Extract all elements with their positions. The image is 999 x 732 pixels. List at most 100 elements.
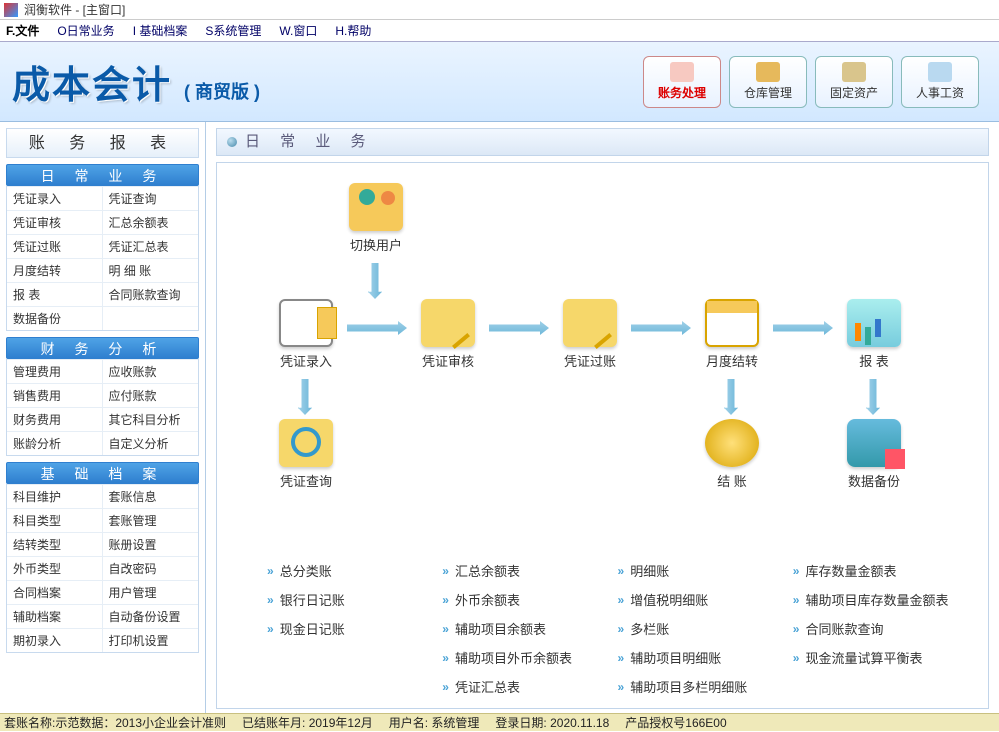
sidebar-item[interactable]: 结转类型 [7,532,103,556]
sidebar-item[interactable]: 科目维护 [7,484,103,508]
sidebar-item[interactable]: 月度结转 [7,258,103,282]
sidebar-group-analysis-hdr[interactable]: 财 务 分 析 [6,337,199,359]
chevron-right-icon: » [267,593,274,607]
link-item[interactable]: »现金流量试算平衡表 [793,648,958,667]
link-item[interactable]: »外币余额表 [442,590,607,609]
sidebar-item[interactable]: 其它科目分析 [103,407,199,431]
sidebar-group-daily-hdr[interactable]: 日 常 业 务 [6,164,199,186]
link-label: 明细账 [630,561,669,580]
sidebar-item[interactable]: 打印机设置 [103,628,199,652]
sidebar-item[interactable]: 管理费用 [7,359,103,383]
toolbar-accounting[interactable]: 账务处理 [643,56,721,108]
app-icon [4,3,18,17]
link-label: 增值税明细账 [630,590,708,609]
sidebar-item[interactable]: 合同档案 [7,580,103,604]
arrow-down-icon [368,263,382,299]
sidebar-item[interactable]: 凭证汇总表 [103,234,199,258]
link-item[interactable]: »库存数量金额表 [793,561,958,580]
node-report[interactable]: 报 表 [835,299,913,370]
node-voucher-post[interactable]: 凭证过账 [551,299,629,370]
node-switch-user[interactable]: 切换用户 [337,183,415,254]
sidebar-item[interactable]: 凭证查询 [103,186,199,210]
sidebar-item[interactable]: 辅助档案 [7,604,103,628]
sidebar-item[interactable]: 套账信息 [103,484,199,508]
sidebar-item[interactable]: 账龄分析 [7,431,103,455]
sidebar-item[interactable]: 数据备份 [7,306,103,330]
sidebar-item[interactable]: 报 表 [7,282,103,306]
node-settle[interactable]: 结 账 [693,419,771,490]
link-item[interactable]: »辅助项目明细账 [618,648,783,667]
link-label: 辅助项目外币余额表 [455,648,572,667]
sidebar-item[interactable]: 应付账款 [103,383,199,407]
sidebar-item[interactable]: 自定义分析 [103,431,199,455]
sidebar-item[interactable]: 合同账款查询 [103,282,199,306]
folder-check-icon [421,299,475,347]
sidebar-item[interactable]: 套账管理 [103,508,199,532]
node-voucher-audit[interactable]: 凭证审核 [409,299,487,370]
node-voucher-query[interactable]: 凭证查询 [267,419,345,490]
sidebar-item[interactable]: 财务费用 [7,407,103,431]
link-item[interactable]: »汇总余额表 [442,561,607,580]
chevron-right-icon: » [793,622,800,636]
sidebar-item[interactable]: 期初录入 [7,628,103,652]
link-item[interactable]: »银行日记账 [267,590,432,609]
toolbar-warehouse[interactable]: 仓库管理 [729,56,807,108]
coins-icon [705,419,759,467]
arrow-right-icon [489,321,549,335]
link-item[interactable]: »辅助项目余额表 [442,619,607,638]
arrow-right-icon [631,321,691,335]
sidebar-group-base-hdr[interactable]: 基 础 档 案 [6,462,199,484]
menu-help[interactable]: H.帮助 [335,22,371,39]
menu-file[interactable]: F.文件 [6,22,39,39]
content-title-text: 日 常 业 务 [245,128,374,156]
sidebar-item[interactable]: 销售费用 [7,383,103,407]
link-item[interactable]: »现金日记账 [267,619,432,638]
toolbar-payroll[interactable]: 人事工资 [901,56,979,108]
sidebar-item[interactable]: 汇总余额表 [103,210,199,234]
chevron-right-icon: » [267,564,274,578]
sidebar-item[interactable]: 应收账款 [103,359,199,383]
link-label: 辅助项目余额表 [455,619,546,638]
chevron-right-icon: » [618,622,625,636]
status-user: 用户名: 系统管理 [389,714,480,731]
chevron-right-icon: » [618,593,625,607]
link-item[interactable]: »辅助项目外币余额表 [442,648,607,667]
menu-daily[interactable]: O日常业务 [57,22,114,39]
link-item[interactable]: »辅助项目多栏明细账 [618,677,783,696]
link-item[interactable]: »总分类账 [267,561,432,580]
toolbar-label: 账务处理 [658,84,706,101]
chevron-right-icon: » [267,622,274,636]
calendar-icon [705,299,759,347]
toolbar-assets[interactable]: 固定资产 [815,56,893,108]
link-item[interactable]: »辅助项目库存数量金额表 [793,590,958,609]
menu-base[interactable]: I 基础档案 [133,22,188,39]
link-label: 多栏账 [630,619,669,638]
sidebar-item[interactable]: 账册设置 [103,532,199,556]
link-item[interactable]: » 增值税明细账 [618,590,783,609]
link-item[interactable]: »明细账 [618,561,783,580]
node-label: 数据备份 [835,471,913,490]
link-item[interactable]: »凭证汇总表 [442,677,607,696]
node-backup[interactable]: 数据备份 [835,419,913,490]
chevron-right-icon: » [442,593,449,607]
toolbar-label: 仓库管理 [744,84,792,101]
sidebar-item[interactable]: 明 细 账 [103,258,199,282]
link-item[interactable]: »合同账款查询 [793,619,958,638]
status-closed: 已结账年月: 2019年12月 [242,714,373,731]
sidebar-item[interactable]: 自动备份设置 [103,604,199,628]
node-month-close[interactable]: 月度结转 [693,299,771,370]
link-item[interactable]: » 多栏账 [618,619,783,638]
status-login: 登录日期: 2020.11.18 [495,714,609,731]
sidebar-item[interactable]: 科目类型 [7,508,103,532]
menu-window[interactable]: W.窗口 [279,22,317,39]
sidebar-item[interactable]: 用户管理 [103,580,199,604]
sidebar: 账 务 报 表 日 常 业 务 凭证录入 凭证查询 凭证审核 汇总余额表 凭证过… [0,122,206,713]
link-label: 辅助项目库存数量金额表 [805,590,948,609]
sidebar-item[interactable]: 凭证过账 [7,234,103,258]
sidebar-item[interactable]: 凭证录入 [7,186,103,210]
node-voucher-input[interactable]: 凭证录入 [267,299,345,370]
sidebar-item[interactable]: 自改密码 [103,556,199,580]
sidebar-item[interactable]: 凭证审核 [7,210,103,234]
sidebar-item[interactable]: 外币类型 [7,556,103,580]
menu-system[interactable]: S系统管理 [205,22,261,39]
